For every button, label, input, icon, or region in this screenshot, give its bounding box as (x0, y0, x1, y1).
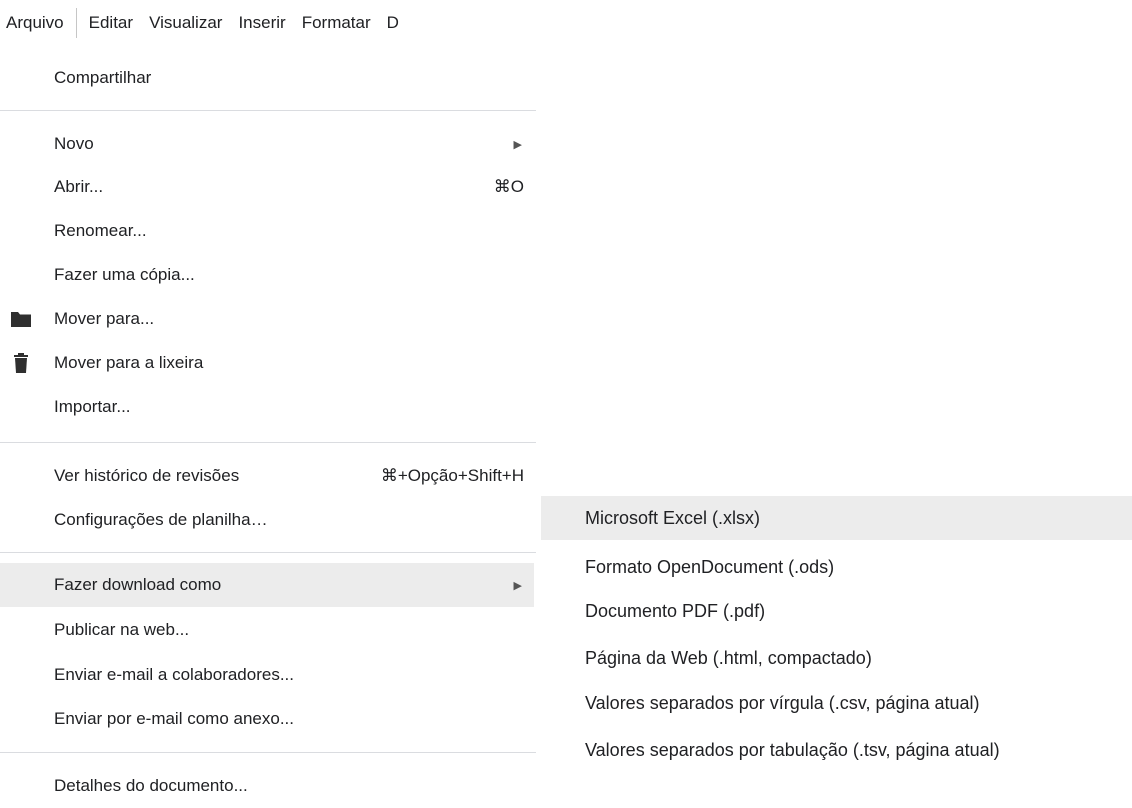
menu-editar[interactable]: Editar (81, 8, 141, 38)
submenu-arrow-icon: ▶ (513, 138, 522, 151)
menu-item-label: Enviar e-mail a colaboradores... (54, 665, 295, 684)
download-csv[interactable]: Valores separados por vírgula (.csv, pág… (541, 681, 1132, 725)
menu-item-label: Configurações de planilha… (54, 510, 268, 529)
menu-formatar[interactable]: Formatar (294, 8, 379, 38)
menu-visualizar[interactable]: Visualizar (141, 8, 230, 38)
menu-item-label: Fazer uma cópia... (54, 265, 195, 284)
shortcut-label: ⌘+Opção+Shift+H (380, 466, 524, 485)
folder-icon (11, 312, 31, 327)
download-ods[interactable]: Formato OpenDocument (.ods) (541, 545, 1132, 589)
menu-item-download-as[interactable]: Fazer download como ▶ (0, 563, 534, 607)
download-tsv[interactable]: Valores separados por tabulação (.tsv, p… (541, 728, 1132, 772)
shortcut-label: ⌘O (493, 177, 524, 196)
menu-item-label: Mover para... (54, 309, 155, 328)
menu-item-email-attachment[interactable]: Enviar por e-mail como anexo... (0, 697, 534, 741)
menu-separator (0, 752, 536, 753)
submenu-item-label: Formato OpenDocument (.ods) (585, 556, 835, 577)
submenu-item-label: Página da Web (.html, compactado) (585, 647, 872, 668)
menu-item-share[interactable]: Compartilhar (0, 56, 534, 100)
file-menu-dropdown: Compartilhar Novo ▶ Abrir... ⌘O Renomear… (0, 48, 536, 795)
menu-arquivo[interactable]: Arquivo (0, 8, 77, 38)
menu-item-label: Importar... (54, 397, 131, 416)
submenu-item-label: Valores separados por vírgula (.csv, pág… (585, 692, 980, 713)
menu-item-label: Compartilhar (54, 68, 152, 87)
menu-inserir[interactable]: Inserir (230, 8, 293, 38)
download-html[interactable]: Página da Web (.html, compactado) (541, 636, 1132, 680)
menu-separator (0, 110, 536, 111)
download-xlsx[interactable]: Microsoft Excel (.xlsx) (541, 496, 1132, 540)
download-submenu: Microsoft Excel (.xlsx) Formato OpenDocu… (541, 496, 1132, 792)
menu-item-label: Abrir... (54, 177, 104, 196)
menu-item-document-details[interactable]: Detalhes do documento... (0, 764, 534, 808)
trash-icon (14, 353, 28, 373)
menu-item-new[interactable]: Novo ▶ (0, 122, 534, 166)
submenu-item-label: Documento PDF (.pdf) (585, 600, 766, 621)
menu-item-label: Enviar por e-mail como anexo... (54, 709, 294, 728)
menu-item-open[interactable]: Abrir... ⌘O (0, 165, 534, 209)
submenu-arrow-icon: ▶ (513, 579, 522, 592)
menu-item-publish-web[interactable]: Publicar na web... (0, 608, 534, 652)
menu-item-make-copy[interactable]: Fazer uma cópia... (0, 253, 534, 297)
menu-item-label: Renomear... (54, 221, 147, 240)
menu-item-label: Publicar na web... (54, 620, 190, 639)
menu-item-move-to-trash[interactable]: Mover para a lixeira (0, 341, 534, 385)
menu-bar: Arquivo Editar Visualizar Inserir Format… (0, 0, 536, 46)
menu-item-label: Mover para a lixeira (54, 353, 204, 372)
menu-item-import[interactable]: Importar... (0, 385, 534, 429)
submenu-item-label: Microsoft Excel (.xlsx) (585, 507, 761, 528)
menu-item-label: Ver histórico de revisões (54, 466, 240, 485)
menu-item-rename[interactable]: Renomear... (0, 209, 534, 253)
menu-item-label: Novo (54, 134, 94, 153)
menu-item-label: Detalhes do documento... (54, 776, 248, 795)
download-pdf[interactable]: Documento PDF (.pdf) (541, 589, 1132, 633)
submenu-item-label: Valores separados por tabulação (.tsv, p… (585, 739, 1000, 760)
menu-dados[interactable]: D (379, 8, 407, 38)
menu-item-email-collaborators[interactable]: Enviar e-mail a colaboradores... (0, 653, 534, 697)
menu-item-label: Fazer download como (54, 575, 222, 594)
menu-item-move-to[interactable]: Mover para... (0, 297, 534, 341)
menu-separator (0, 552, 536, 553)
menu-separator (0, 442, 536, 443)
menu-item-version-history[interactable]: Ver histórico de revisões ⌘+Opção+Shift+… (0, 454, 534, 498)
menu-item-spreadsheet-settings[interactable]: Configurações de planilha… (0, 498, 534, 542)
